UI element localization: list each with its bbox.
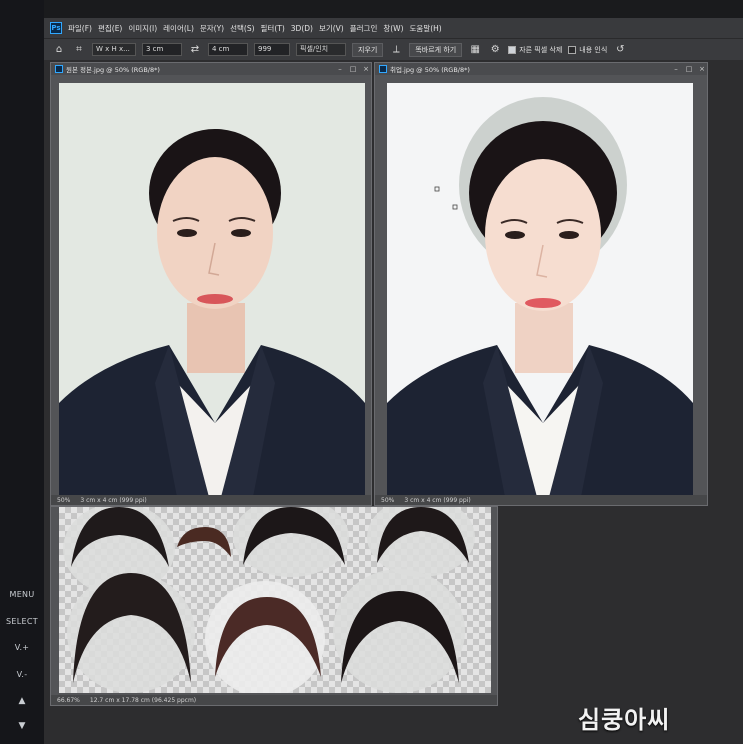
document-info: 3 cm x 4 cm (999 ppi) [404,496,471,504]
menu-3d[interactable]: 3D(D) [291,24,313,33]
menu-help[interactable]: 도움말(H) [410,23,442,34]
close-icon[interactable]: × [361,65,371,73]
document-window-original[interactable]: 원본 정본.jpg @ 50% (RGB/8*) – □ × 50% 3 cm … [50,62,372,506]
photo-canvas-original[interactable] [59,83,365,497]
swap-icon[interactable]: ⇄ [188,43,202,57]
menu-file[interactable]: 파일(F) [68,23,92,34]
monitor-up-arrow-icon[interactable]: ▲ [16,695,28,707]
straighten-icon[interactable]: ⟂ [389,43,403,57]
straighten-button[interactable]: 똑바르게 하기 [409,42,463,57]
monitor-select-button[interactable]: SELECT [4,617,40,626]
watermark-text: 심쿵아씨 [578,706,671,734]
reset-icon[interactable]: ↺ [613,43,627,57]
monitor-vplus-button[interactable]: V.+ [4,643,40,652]
home-icon[interactable]: ⌂ [52,43,66,57]
monitor-menu-button[interactable]: MENU [4,590,40,599]
unit-select[interactable]: 픽셀/인치 [296,43,346,56]
photoshop-logo-icon: Ps [50,22,62,34]
content-aware-checkbox[interactable]: 내용 인식 [568,45,607,55]
close-icon[interactable]: × [697,65,707,73]
menu-image[interactable]: 이미지(I) [128,23,157,34]
menu-view[interactable]: 보기(V) [319,23,344,34]
maximize-icon[interactable]: □ [684,65,694,73]
menu-window[interactable]: 창(W) [383,23,403,34]
maximize-icon[interactable]: □ [348,65,358,73]
hair-template-canvas[interactable] [59,507,491,693]
delete-cropped-checkbox[interactable]: 자른 픽셀 삭제 [508,45,562,55]
gear-icon[interactable]: ⚙ [488,43,502,57]
monitor-screen: MENU SELECT V.+ V.- ▲ ▼ Ps 파일(F) 편집(E) 이… [0,0,743,744]
portrait-retouched-image [387,83,693,497]
menu-plugins[interactable]: 플러그인 [350,23,378,34]
document-window-hair-templates[interactable]: 66.67% 12.7 cm x 17.78 cm (96.425 ppcm) [50,506,498,706]
document-status-bar: 66.67% 12.7 cm x 17.78 cm (96.425 ppcm) [51,695,497,705]
portrait-original-image [59,83,365,497]
minimize-icon[interactable]: – [335,65,345,73]
delete-cropped-label: 자른 픽셀 삭제 [519,45,563,54]
document-tab[interactable]: 취업.jpg @ 50% (RGB/8*) – □ × [375,63,707,75]
content-aware-label: 내용 인식 [579,45,608,54]
menu-edit[interactable]: 편집(E) [98,23,122,34]
crop-tool-icon[interactable]: ⌗ [72,43,86,57]
monitor-vminus-button[interactable]: V.- [4,670,40,679]
document-info: 3 cm x 4 cm (999 ppi) [80,496,147,504]
document-tab[interactable]: 원본 정본.jpg @ 50% (RGB/8*) – □ × [51,63,371,75]
hair-templates-image [63,507,475,693]
menu-filter[interactable]: 필터(T) [261,23,285,34]
menu-type[interactable]: 문자(Y) [200,23,224,34]
height-input[interactable]: 4 cm [208,43,248,56]
width-input[interactable]: 3 cm [142,43,182,56]
menu-bar: Ps 파일(F) 편집(E) 이미지(I) 레이어(L) 문자(Y) 선택(S)… [44,18,743,38]
clear-button[interactable]: 지우기 [352,42,384,57]
resolution-input[interactable]: 999 [254,43,290,56]
document-type-icon [379,65,387,73]
menu-layer[interactable]: 레이어(L) [163,23,194,34]
monitor-down-arrow-icon[interactable]: ▼ [16,720,28,732]
zoom-level[interactable]: 50% [57,497,70,504]
document-type-icon [55,65,63,73]
options-bar: ⌂ ⌗ W x H x... 3 cm ⇄ 4 cm 999 픽셀/인치 지우기… [44,38,743,60]
document-window-retouched[interactable]: 취업.jpg @ 50% (RGB/8*) – □ × 50% 3 cm x 4… [374,62,708,506]
photoshop-window: Ps 파일(F) 편집(E) 이미지(I) 레이어(L) 문자(Y) 선택(S)… [44,18,743,744]
grid-overlay-icon[interactable]: ▦ [468,43,482,57]
checkbox-unchecked-icon [568,45,577,54]
zoom-level[interactable]: 66.67% [57,697,80,704]
document-info: 12.7 cm x 17.78 cm (96.425 ppcm) [89,696,197,704]
photo-canvas-retouched[interactable] [387,83,693,497]
checkbox-checked-icon [508,45,517,54]
monitor-bezel: MENU SELECT V.+ V.- ▲ ▼ [0,0,44,744]
ratio-select[interactable]: W x H x... [92,43,136,56]
menu-select[interactable]: 선택(S) [230,23,254,34]
document-title: 취업.jpg @ 50% (RGB/8*) [390,66,470,74]
minimize-icon[interactable]: – [671,65,681,73]
zoom-level[interactable]: 50% [381,497,394,504]
document-title: 원본 정본.jpg @ 50% (RGB/8*) [66,66,160,74]
document-status-bar: 50% 3 cm x 4 cm (999 ppi) [375,495,707,505]
document-status-bar: 50% 3 cm x 4 cm (999 ppi) [51,495,371,505]
